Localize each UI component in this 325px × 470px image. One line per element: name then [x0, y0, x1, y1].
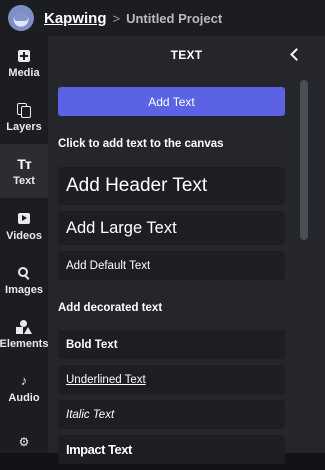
text-panel: TEXT Add Text Click to add text to the c…	[48, 36, 325, 464]
bold-text-option[interactable]: Bold Text	[58, 330, 285, 359]
nav-item-label: Layers	[6, 120, 42, 133]
add-text-button[interactable]: Add Text	[58, 87, 285, 116]
kapwing-logo-icon[interactable]	[8, 5, 34, 31]
nav-item-label: Elements	[0, 337, 49, 350]
nav-item-label: Text	[13, 174, 35, 187]
search-icon	[18, 265, 30, 281]
nav-item-label: Audio	[8, 391, 40, 404]
chevron-left-icon[interactable]	[285, 45, 303, 63]
videos-icon	[18, 211, 30, 227]
brand-link[interactable]: Kapwing	[44, 10, 107, 27]
italic-text-option[interactable]: Italic Text	[58, 400, 285, 429]
nav-item-images[interactable]: Images	[0, 253, 48, 307]
top-bar: Kapwing > Untitled Project	[0, 0, 325, 36]
layers-icon	[17, 102, 31, 118]
nav-item-label: Media	[8, 66, 40, 79]
nav-item-plugins[interactable]: ⚙	[0, 416, 48, 470]
click-hint-label: Click to add text to the canvas	[58, 138, 224, 150]
nav-item-layers[interactable]: Layers	[0, 90, 48, 144]
nav-item-media[interactable]: Media	[0, 36, 48, 90]
add-header-text-option[interactable]: Add Header Text	[58, 167, 285, 205]
plugins-icon: ⚙	[18, 434, 30, 449]
scrollbar-thumb[interactable]	[300, 80, 308, 240]
panel-header: TEXT	[48, 36, 325, 74]
nav-item-label: Videos	[6, 229, 42, 242]
music-note-icon: ♪	[20, 373, 28, 388]
impact-text-option[interactable]: Impact Text	[58, 435, 285, 464]
nav-item-text[interactable]: Tт Text	[0, 144, 48, 198]
project-title[interactable]: Untitled Project	[126, 11, 222, 26]
nav-item-videos[interactable]: Videos	[0, 199, 48, 253]
underlined-text-option[interactable]: Underlined Text	[58, 365, 285, 394]
add-default-text-option[interactable]: Add Default Text	[58, 251, 285, 280]
nav-item-label: Images	[5, 283, 43, 296]
panel-title: TEXT	[170, 48, 203, 62]
nav-item-audio[interactable]: ♪ Audio	[0, 361, 48, 415]
nav-item-elements[interactable]: Elements	[0, 307, 48, 361]
breadcrumb-separator-icon: >	[112, 10, 121, 26]
add-large-text-option[interactable]: Add Large Text	[58, 211, 285, 245]
decorated-text-label: Add decorated text	[58, 302, 163, 314]
text-icon: Tт	[17, 155, 31, 172]
media-icon	[18, 48, 30, 64]
shapes-icon	[16, 319, 32, 335]
left-nav: Media Layers Tт Text Videos Images Eleme…	[0, 36, 48, 453]
